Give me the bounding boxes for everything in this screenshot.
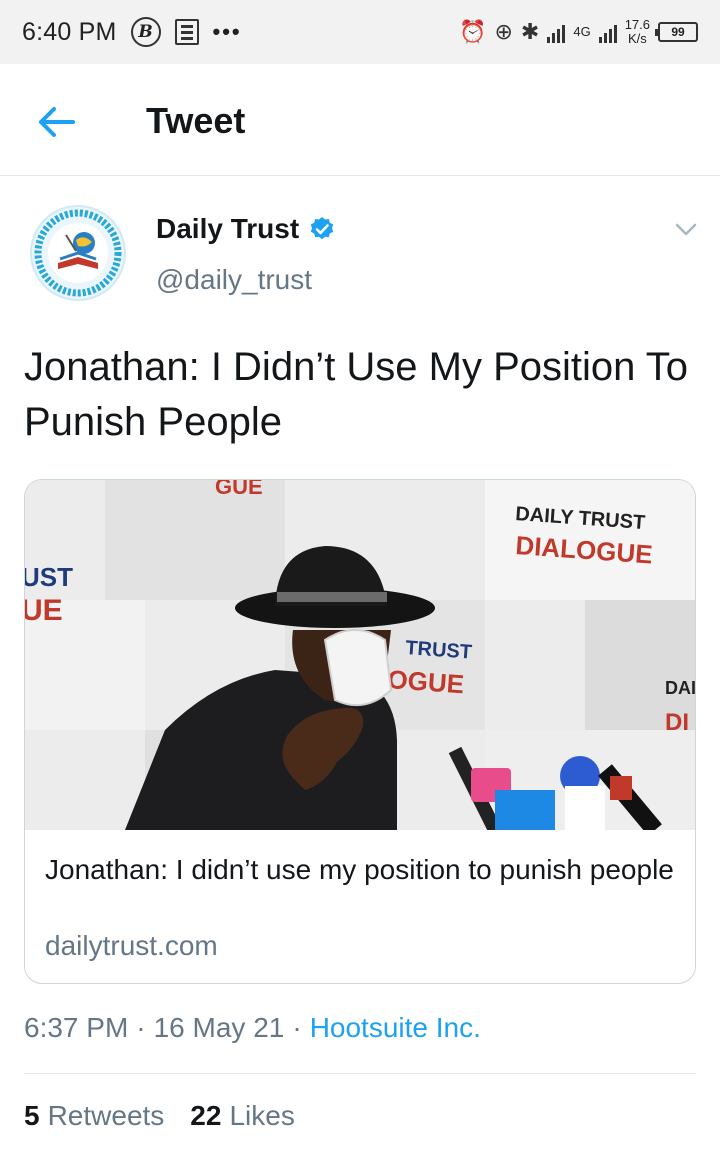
verified-badge-icon <box>310 217 334 240</box>
battery-icon: 99 <box>655 22 698 42</box>
likes-label: Likes <box>229 1100 295 1131</box>
speed-value: 17.6 <box>624 17 650 32</box>
image-text-right-2: DI <box>665 709 689 736</box>
tweet-stats: 5 Retweets 22 Likes <box>24 1100 295 1132</box>
back-button[interactable] <box>30 100 82 144</box>
tweet-source-link[interactable]: Hootsuite Inc. <box>310 1012 481 1044</box>
more-notifications-icon: ••• <box>212 19 242 44</box>
network-type: 4G <box>573 24 591 39</box>
tweet-text: Jonathan: I Didn’t Use My Position To Pu… <box>24 345 689 444</box>
chevron-down-icon <box>675 223 697 236</box>
author-name[interactable]: Daily Trust <box>156 213 335 245</box>
data-saver-icon: ⊕ <box>494 19 513 44</box>
retweets-stat[interactable]: 5 Retweets <box>24 1100 164 1132</box>
author-handle[interactable]: @daily_trust <box>156 264 312 296</box>
likes-count: 22 <box>190 1100 222 1131</box>
card-domain: dailytrust.com <box>45 930 218 961</box>
speed-unit: K/s <box>627 31 647 46</box>
meta-separator: · <box>136 1012 146 1043</box>
image-text-left-2: UE <box>25 594 63 627</box>
meta-separator-2: · <box>292 1012 302 1043</box>
alarm-icon: ⏰ <box>459 19 487 44</box>
daily-trust-logo-icon <box>34 209 122 297</box>
b-app-icon: B <box>130 17 161 47</box>
card-image[interactable]: GUE DAILY TRUST DIALOGUE UST UE TRUST OG… <box>25 480 695 830</box>
tweet-date: 16 May 21 <box>153 1012 285 1043</box>
divider <box>24 1073 696 1074</box>
tweet-time: 6:37 PM <box>24 1012 129 1043</box>
author-name-text: Daily Trust <box>156 213 300 244</box>
image-text-right-1: DAI <box>665 678 695 698</box>
image-text-mid-2: OGUE <box>387 664 465 699</box>
link-card[interactable]: GUE DAILY TRUST DIALOGUE UST UE TRUST OG… <box>24 479 696 984</box>
status-bar: 6:40 PM B ••• ⏰ ⊕ ✱ 4G 17.6 K/s 99 <box>0 0 720 64</box>
avatar[interactable] <box>30 205 126 301</box>
battery-level: 99 <box>671 25 685 39</box>
network-speed: 17.6 K/s <box>625 18 650 46</box>
tweet-options-button[interactable] <box>670 216 702 244</box>
page-title: Tweet <box>146 100 246 141</box>
card-title: Jonathan: I didn’t use my position to pu… <box>45 854 674 885</box>
bluetooth-icon: ✱ <box>520 19 540 44</box>
retweets-label: Retweets <box>47 1100 165 1131</box>
signal-2-icon <box>598 21 617 43</box>
status-time: 6:40 PM <box>22 17 117 46</box>
signal-icon <box>547 21 566 43</box>
tweet-meta: 6:37 PM · 16 May 21 · Hootsuite Inc. <box>24 1012 481 1044</box>
retweets-count: 5 <box>24 1100 40 1131</box>
arrow-left-icon <box>39 107 75 137</box>
news-icon <box>174 19 199 45</box>
image-text-left-1: UST <box>25 562 73 592</box>
image-text-mid-1: TRUST <box>405 637 473 664</box>
likes-stat[interactable]: 22 Likes <box>190 1100 295 1132</box>
app-header: Tweet <box>0 64 720 176</box>
image-text-top: GUE <box>215 480 263 499</box>
